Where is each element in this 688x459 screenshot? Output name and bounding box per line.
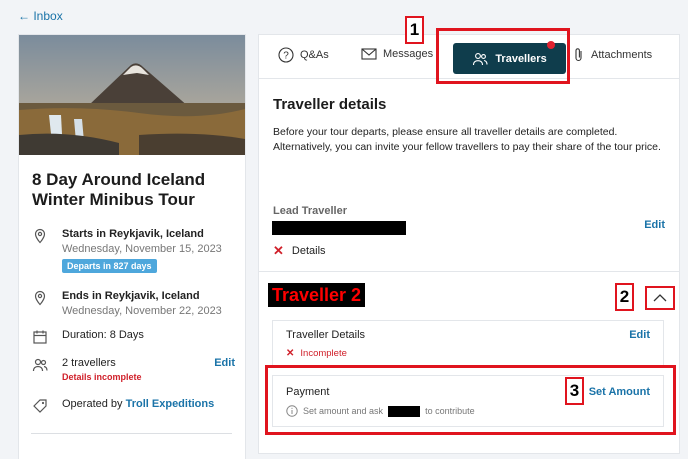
annotation-box-3: [265, 365, 676, 435]
location-pin-icon: [34, 228, 46, 244]
travellers-status: Details incomplete: [62, 372, 142, 382]
departs-badge: Departs in 827 days: [62, 259, 157, 273]
edit-lead-traveller-button[interactable]: Edit: [644, 219, 665, 231]
tab-messages-label: Messages: [383, 48, 434, 60]
end-location: Ends in Reykjavik, Iceland: [62, 290, 200, 302]
start-date: Wednesday, November 15, 2023: [62, 243, 222, 255]
traveller-2-banner: Traveller 2: [268, 283, 366, 307]
duration-text: Duration: 8 Days: [62, 329, 144, 341]
question-icon: ?: [278, 47, 294, 63]
annotation-box-1: [436, 28, 570, 84]
collapse-button[interactable]: [645, 286, 675, 310]
lead-traveller-label: Lead Traveller: [273, 205, 347, 217]
duration-info: Duration: 8 Days: [32, 329, 144, 345]
annotation-number-3: 3: [565, 377, 584, 405]
people-icon: [32, 358, 48, 372]
edit-traveller-2-button[interactable]: Edit: [629, 329, 650, 341]
chevron-up-icon: [653, 294, 667, 302]
tab-qa[interactable]: ? Q&As: [278, 47, 329, 63]
operator-info: Operated by Troll Expeditions: [32, 398, 214, 414]
traveller-details-label: Traveller Details: [286, 329, 366, 341]
paperclip-icon: [575, 48, 582, 62]
annotation-number-1: 1: [405, 16, 424, 44]
calendar-icon: [33, 330, 47, 344]
operator-link[interactable]: Troll Expeditions: [126, 398, 215, 410]
travellers-count: 2 travellers: [62, 357, 116, 369]
close-icon: ✕: [273, 243, 284, 258]
operated-by-label: Operated by: [62, 398, 123, 410]
tab-messages[interactable]: Messages: [361, 47, 433, 61]
end-date: Wednesday, November 22, 2023: [62, 305, 222, 317]
divider: [31, 433, 232, 434]
svg-text:?: ?: [283, 51, 289, 62]
back-to-inbox-link[interactable]: ← Inbox: [18, 9, 63, 23]
tab-attachments[interactable]: Attachments: [573, 47, 652, 63]
traveller-2-details-card: Traveller Details Edit ✕ Incomplete: [272, 320, 664, 368]
tab-attachments-label: Attachments: [591, 49, 653, 61]
tag-icon: [33, 399, 47, 413]
end-info: Ends in Reykjavik, Iceland Wednesday, No…: [32, 290, 222, 317]
incomplete-label: Incomplete: [300, 348, 347, 359]
start-info: Starts in Reykjavik, Iceland Wednesday, …: [32, 228, 222, 274]
details-label: Details: [291, 245, 326, 257]
lead-details-status: ✕ Details: [273, 243, 326, 259]
divider: [259, 271, 679, 272]
section-description: Before your tour departs, please ensure …: [273, 126, 661, 153]
tab-qa-label: Q&As: [300, 49, 329, 61]
start-location: Starts in Reykjavik, Iceland: [62, 228, 204, 240]
section-title: Traveller details: [273, 96, 387, 113]
tour-summary-card: 8 Day Around Iceland Winter Minibus Tour…: [18, 34, 246, 459]
travellers-info: 2 travellers Details incomplete Edit: [32, 357, 235, 382]
traveller-2-status: ✕ Incomplete: [286, 348, 347, 359]
edit-travellers-button[interactable]: Edit: [214, 357, 235, 382]
envelope-icon: [361, 48, 377, 60]
back-label: ← Inbox: [18, 9, 63, 23]
tour-hero-image: [19, 35, 245, 155]
close-icon: ✕: [286, 348, 295, 359]
location-pin-icon: [34, 290, 46, 306]
redacted-name: [272, 221, 406, 235]
annotation-number-2: 2: [615, 283, 634, 311]
tour-title: 8 Day Around Iceland Winter Minibus Tour: [32, 170, 206, 209]
